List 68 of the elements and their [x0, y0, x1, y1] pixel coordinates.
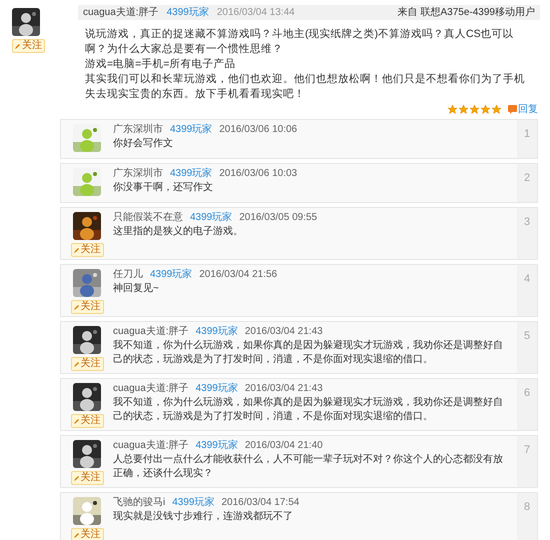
reply-text: 现实就是没钱寸步难行，连游戏都玩不了 — [113, 510, 294, 524]
post-time: 2016/03/04 13:44 — [216, 6, 295, 20]
user-role[interactable]: 4399玩家 — [170, 124, 212, 136]
pencil-icon — [15, 43, 21, 49]
reply-time: 2016/03/04 21:40 — [244, 440, 323, 452]
pencil-icon — [74, 304, 80, 310]
author-name[interactable]: 广东深圳市 — [113, 124, 163, 136]
author-name[interactable]: 任刀儿 — [113, 269, 143, 281]
comment-icon — [508, 104, 517, 114]
author-name[interactable]: cuagua夫道:胖子 — [113, 440, 189, 452]
post-paragraph: 游戏=电脑=手机=所有电子产品 — [85, 57, 236, 72]
pencil-icon — [74, 418, 80, 424]
pencil-icon — [74, 247, 80, 253]
floor-number: 8 — [524, 500, 530, 515]
reply-time: 2016/03/04 21:56 — [199, 269, 278, 281]
author-name[interactable]: 广东深圳市 — [113, 168, 163, 180]
star-icon — [491, 104, 502, 114]
user-role[interactable]: 4399玩家 — [190, 212, 232, 224]
star-icon — [447, 104, 458, 114]
reply-time: 2016/03/04 21:43 — [244, 326, 323, 338]
reply-text: 你好会写作文 — [113, 137, 174, 151]
follow-button[interactable]: 关注 — [70, 471, 104, 485]
pencil-icon — [74, 475, 80, 481]
floor-number: 2 — [524, 171, 530, 186]
user-role[interactable]: 4399玩家 — [150, 269, 192, 281]
post-paragraph: 其实我们可以和长辈玩游戏，他们也欢迎。他们也想放松啊！他们只是不想看你们为了手机失去现实宝贵的东西。放下手机看看现实吧！ — [85, 72, 526, 102]
user-role[interactable]: 4399玩家 — [196, 326, 238, 338]
star-icon — [458, 104, 469, 114]
follow-button[interactable]: 关注 — [70, 243, 104, 257]
floor-number: 3 — [524, 215, 530, 230]
star-icon — [480, 104, 491, 114]
reply-time: 2016/03/05 09:55 — [239, 212, 318, 224]
floor-number: 1 — [524, 127, 530, 142]
reply-time: 2016/03/06 10:03 — [219, 168, 298, 180]
user-role[interactable]: 4399玩家 — [166, 5, 209, 20]
floor-number: 6 — [524, 386, 530, 401]
user-role[interactable]: 4399玩家 — [172, 497, 214, 509]
pencil-icon — [74, 532, 80, 538]
reply-text: 这里指的是狭义的电子游戏。 — [113, 225, 244, 239]
author-name[interactable]: cuagua夫道:胖子 — [113, 326, 189, 338]
follow-button[interactable]: 关注 — [70, 300, 104, 314]
reply-text: 神回复见~ — [113, 282, 160, 296]
author-name[interactable]: 只能假装不在意 — [113, 212, 183, 224]
floor-number: 5 — [524, 329, 530, 344]
pencil-icon — [74, 361, 80, 367]
reply-text: 你没事干啊，还写作文 — [113, 181, 214, 195]
user-role[interactable]: 4399玩家 — [170, 168, 212, 180]
user-role[interactable]: 4399玩家 — [196, 440, 238, 452]
reply-text: 我不知道，你为什么玩游戏，如果你真的是因为躲避现实才玩游戏，我劝你还是调整好自己的状态，玩游戏是为了打发时间，消遣，不是你面对现实退缩的借口。 — [113, 396, 503, 424]
follow-button[interactable]: 关注 — [70, 528, 104, 540]
user-role[interactable]: 4399玩家 — [196, 383, 238, 395]
floor-number: 4 — [524, 272, 530, 287]
follow-button[interactable]: 关注 — [70, 414, 104, 428]
star-icon — [469, 104, 480, 114]
follow-button[interactable]: 关注 — [12, 39, 45, 53]
post-source: 来自 联想A375e-4399移动用户 — [398, 6, 535, 20]
post-paragraph: 说玩游戏，真正的捉迷藏不算游戏吗？斗地主(现实纸牌之类)不算游戏吗？真人CS也可以啊？为什么大家总是要有一个惯性思维？ — [85, 27, 515, 57]
reply-text: 人总要付出一点什么才能收获什么，人不可能一辈子玩对不对？你这个人的心态都没有放正确，还谈什么现实？ — [113, 453, 503, 481]
author-name[interactable]: cuagua夫道:胖子 — [113, 383, 189, 395]
reply-text: 我不知道，你为什么玩游戏，如果你真的是因为躲避现实才玩游戏，我劝你还是调整好自己的状态，玩游戏是为了打发时间，消遣，不是你面对现实退缩的借口。 — [113, 339, 503, 367]
author-name[interactable]: 飞驰的骏马i — [113, 497, 166, 509]
author-name[interactable]: cuagua夫道:胖子 — [83, 5, 159, 20]
reply-time: 2016/03/06 10:06 — [219, 124, 298, 136]
floor-number: 7 — [524, 443, 530, 458]
reply-button[interactable]: 回复 — [508, 102, 538, 116]
reply-time: 2016/03/04 21:43 — [244, 383, 323, 395]
follow-button[interactable]: 关注 — [70, 357, 104, 371]
reply-time: 2016/03/04 17:54 — [221, 497, 300, 509]
